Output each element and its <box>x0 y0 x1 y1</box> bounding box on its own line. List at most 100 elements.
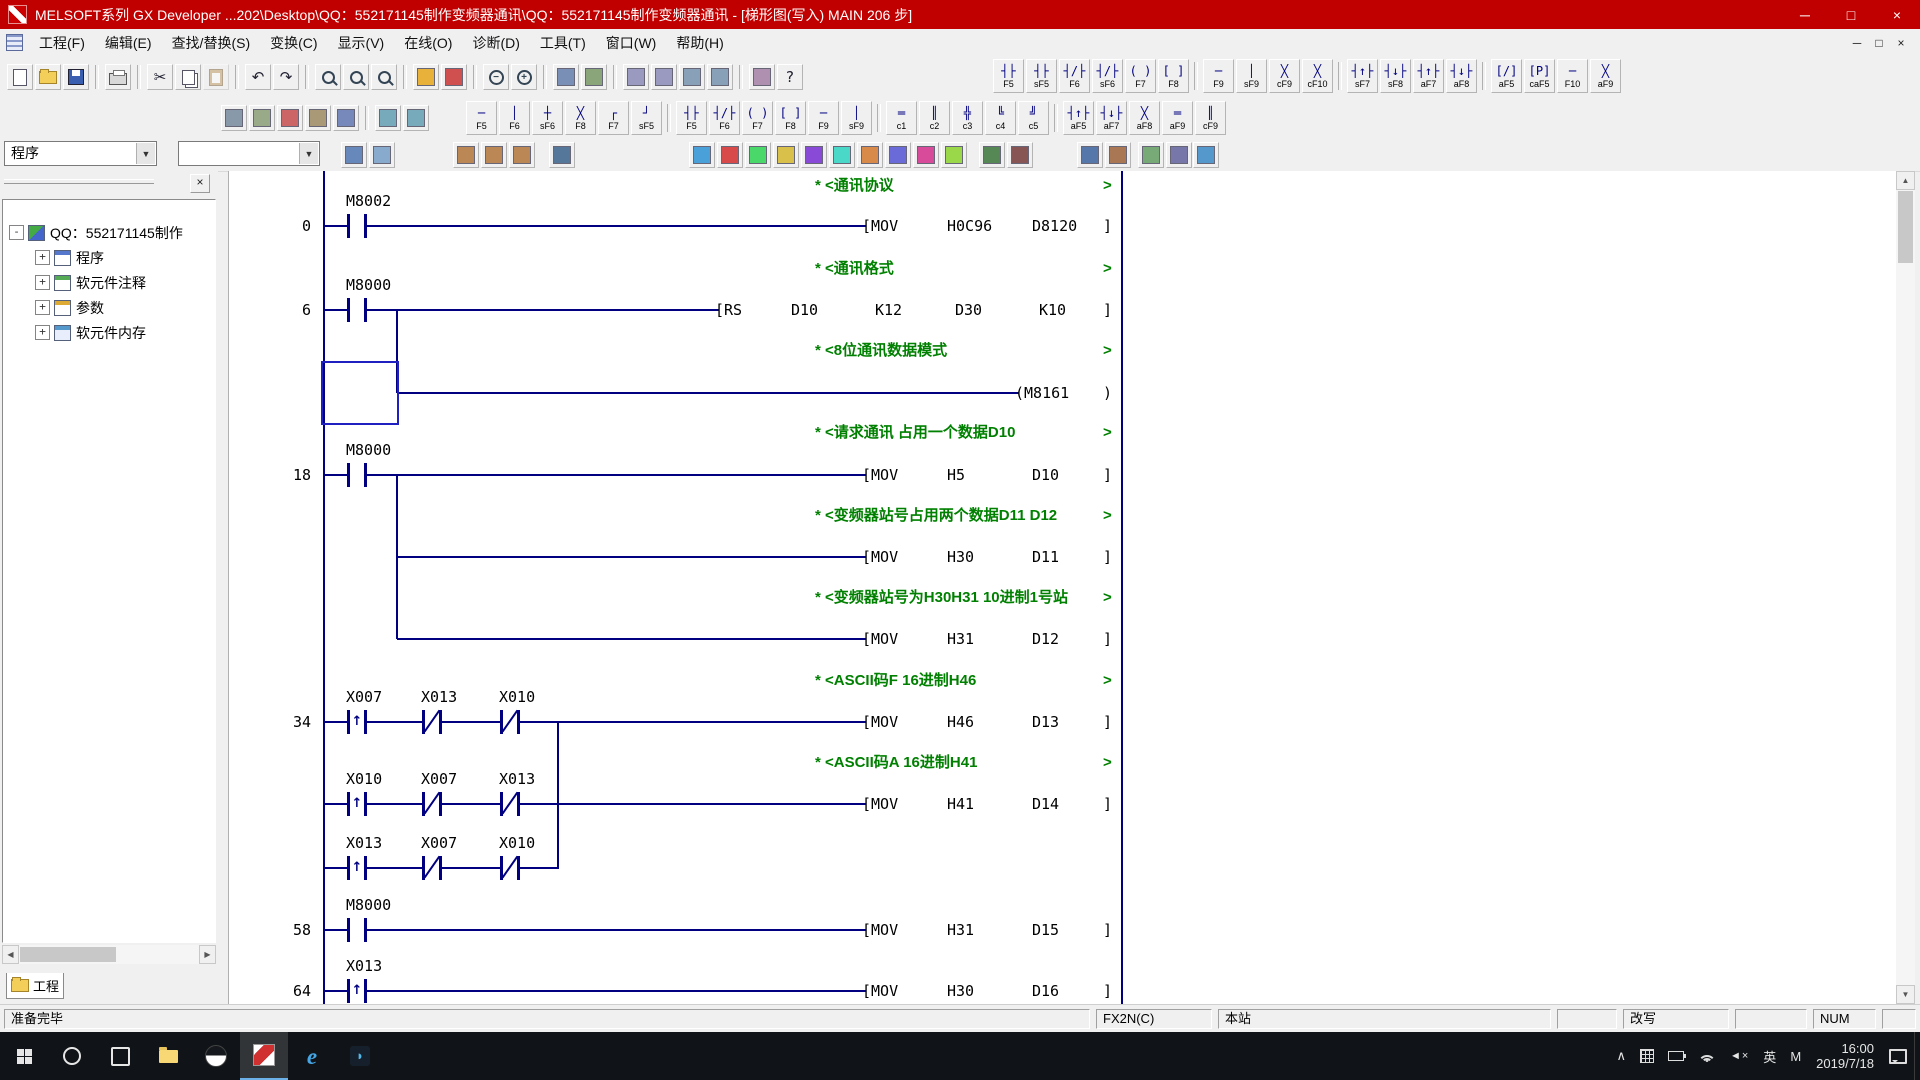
monitor-mode-button[interactable] <box>749 64 775 90</box>
file-explorer-button[interactable] <box>144 1032 192 1080</box>
tab-project[interactable]: 工程 <box>6 973 64 999</box>
sort-descending-button[interactable] <box>481 142 507 168</box>
project-data-list-button[interactable] <box>553 64 579 90</box>
find-replace-button[interactable] <box>371 64 397 90</box>
tree-item-root[interactable]: -QQ：552171145制作 <box>3 220 215 245</box>
ladder-vertical-scrollbar[interactable]: ▲ ▼ <box>1896 171 1915 1004</box>
expand-button[interactable] <box>375 105 401 131</box>
panel-grip[interactable] <box>4 179 154 184</box>
ladder-symbol-c1-button[interactable]: ═c1 <box>886 101 917 135</box>
menu-item-5[interactable]: 在线(O) <box>394 30 462 56</box>
ladder-symbol-F8-button[interactable]: ╳F8 <box>565 101 596 135</box>
ladder-symbol-F5-button[interactable]: ─F5 <box>466 101 497 135</box>
ladder-symbol-F6-button[interactable]: ┤/├F6 <box>709 101 740 135</box>
ladder-symbol-aF9-button[interactable]: ═aF9 <box>1162 101 1193 135</box>
close-button[interactable]: × <box>1874 0 1920 29</box>
expand-toggle[interactable]: + <box>35 275 50 290</box>
ladder-symbol-caF5-button[interactable]: [P]caF5 <box>1524 59 1555 93</box>
tray-app-icon[interactable] <box>1633 1032 1661 1080</box>
device-list-button[interactable] <box>549 142 575 168</box>
ladder-symbol-F10-button[interactable]: ─F10 <box>1557 59 1588 93</box>
ladder-symbol-c5-button[interactable]: ╝c5 <box>1018 101 1049 135</box>
ladder-symbol-c3-button[interactable]: ╬c3 <box>952 101 983 135</box>
tree-horizontal-scrollbar[interactable]: ◀ ▶ <box>2 945 216 964</box>
menu-item-6[interactable]: 诊断(D) <box>462 30 529 56</box>
gx-developer-taskbar-button[interactable] <box>240 1032 288 1080</box>
partial-execution-button[interactable] <box>913 142 939 168</box>
block-combobox[interactable]: ▼ <box>178 141 320 166</box>
ladder-symbol-F7-button[interactable]: ( )F7 <box>1125 59 1156 93</box>
ladder-symbol-F6-button[interactable]: ┤/├F6 <box>1059 59 1090 93</box>
scroll-down-button[interactable]: ▼ <box>1896 985 1915 1004</box>
copy-button[interactable] <box>175 64 201 90</box>
window-tile-button[interactable] <box>623 64 649 90</box>
mdi-minimize-button[interactable]: ─ <box>1846 36 1868 50</box>
ladder-symbol-aF7-button[interactable]: ┤↓├aF7 <box>1096 101 1127 135</box>
ladder-symbol-aF8-button[interactable]: ╳aF8 <box>1129 101 1160 135</box>
new-project-button[interactable] <box>7 64 33 90</box>
language-indicator[interactable]: 英 <box>1756 1032 1783 1080</box>
taskbar-clock[interactable]: 16:00 2019/7/18 <box>1808 1041 1882 1071</box>
maximize-button[interactable]: □ <box>1828 0 1874 29</box>
ladder-symbol-sF7-button[interactable]: ┤↑├sF7 <box>1347 59 1378 93</box>
ladder-symbol-cF10-button[interactable]: ╳cF10 <box>1302 59 1333 93</box>
chevron-down-icon[interactable]: ▼ <box>136 143 155 164</box>
monitor-stop-button[interactable] <box>801 142 827 168</box>
monitor-start-button[interactable] <box>829 142 855 168</box>
ladder-symbol-aF7-button[interactable]: ┤↑├aF7 <box>1413 59 1444 93</box>
write-to-plc-button[interactable] <box>1105 142 1131 168</box>
device-batch-monitor-button[interactable] <box>717 142 743 168</box>
menu-item-0[interactable]: 工程(F) <box>29 30 95 56</box>
ladder-symbol-aF5-button[interactable]: ┤↑├aF5 <box>1063 101 1094 135</box>
ladder-symbol-sF9-button[interactable]: │sF9 <box>841 101 872 135</box>
scrollbar-thumb[interactable] <box>1898 191 1913 263</box>
wifi-icon[interactable] <box>1691 1032 1723 1080</box>
ladder-symbol-sF5-button[interactable]: ┘sF5 <box>631 101 662 135</box>
verify-with-plc-button[interactable] <box>1138 142 1164 168</box>
cut-button[interactable]: ✂ <box>147 64 173 90</box>
program-convert-button[interactable] <box>413 64 439 90</box>
redo-button[interactable]: ↷ <box>273 64 299 90</box>
expand-toggle[interactable]: + <box>35 300 50 315</box>
internet-explorer-button[interactable]: e <box>288 1032 336 1080</box>
ladder-symbol-c4-button[interactable]: ╚c4 <box>985 101 1016 135</box>
scroll-right-button[interactable]: ▶ <box>199 945 216 964</box>
ladder-symbol-F7-button[interactable]: ┌F7 <box>598 101 629 135</box>
skip-execution-button[interactable] <box>885 142 911 168</box>
menu-item-4[interactable]: 显示(V) <box>328 30 395 56</box>
battery-icon[interactable] <box>1661 1032 1691 1080</box>
display-mode-button[interactable] <box>333 105 359 131</box>
collapse-button[interactable] <box>403 105 429 131</box>
find-button[interactable] <box>315 64 341 90</box>
ladder-symbol-c2-button[interactable]: ║c2 <box>919 101 950 135</box>
zoom-in-button[interactable]: + <box>511 64 537 90</box>
minimize-button[interactable]: ─ <box>1782 0 1828 29</box>
entry-data-monitor-button[interactable] <box>745 142 771 168</box>
transfer-setup-button[interactable] <box>1166 142 1192 168</box>
help-button[interactable]: ? <box>777 64 803 90</box>
tree-item-2[interactable]: +参数 <box>3 295 215 320</box>
undo-button[interactable]: ↶ <box>245 64 271 90</box>
mdi-restore-button[interactable]: □ <box>1868 36 1890 50</box>
ladder-monitor-button[interactable] <box>689 142 715 168</box>
sort-step-button[interactable] <box>509 142 535 168</box>
pinned-app-button[interactable]: ◗ <box>336 1032 384 1080</box>
ladder-symbol-F6-button[interactable]: │F6 <box>499 101 530 135</box>
ladder-symbol-F9-button[interactable]: ─F9 <box>1203 59 1234 93</box>
buffer-memory-monitor-button[interactable] <box>773 142 799 168</box>
sort-ascending-button[interactable] <box>453 142 479 168</box>
ladder-symbol-cF9-button[interactable]: ║cF9 <box>1195 101 1226 135</box>
tree-item-3[interactable]: +软元件内存 <box>3 320 215 345</box>
collapse-toggle[interactable]: - <box>9 225 24 240</box>
save-project-button[interactable] <box>63 64 89 90</box>
ladder-symbol-sF6-button[interactable]: ┼sF6 <box>532 101 563 135</box>
comment-display-button[interactable] <box>581 64 607 90</box>
tray-overflow-button[interactable]: ∧ <box>1609 1032 1633 1080</box>
start-button[interactable] <box>0 1032 48 1080</box>
instruction-list-mode-button[interactable] <box>369 142 395 168</box>
ladder-symbol-sF9-button[interactable]: │sF9 <box>1236 59 1267 93</box>
ladder-symbol-aF5-button[interactable]: [/]aF5 <box>1491 59 1522 93</box>
list-window-button[interactable] <box>707 64 733 90</box>
ladder-canvas[interactable]: * <通讯协议>0M8002[MOVH0C96D8120]* <通讯格式>6M8… <box>228 171 1897 1004</box>
search-button[interactable] <box>48 1032 96 1080</box>
